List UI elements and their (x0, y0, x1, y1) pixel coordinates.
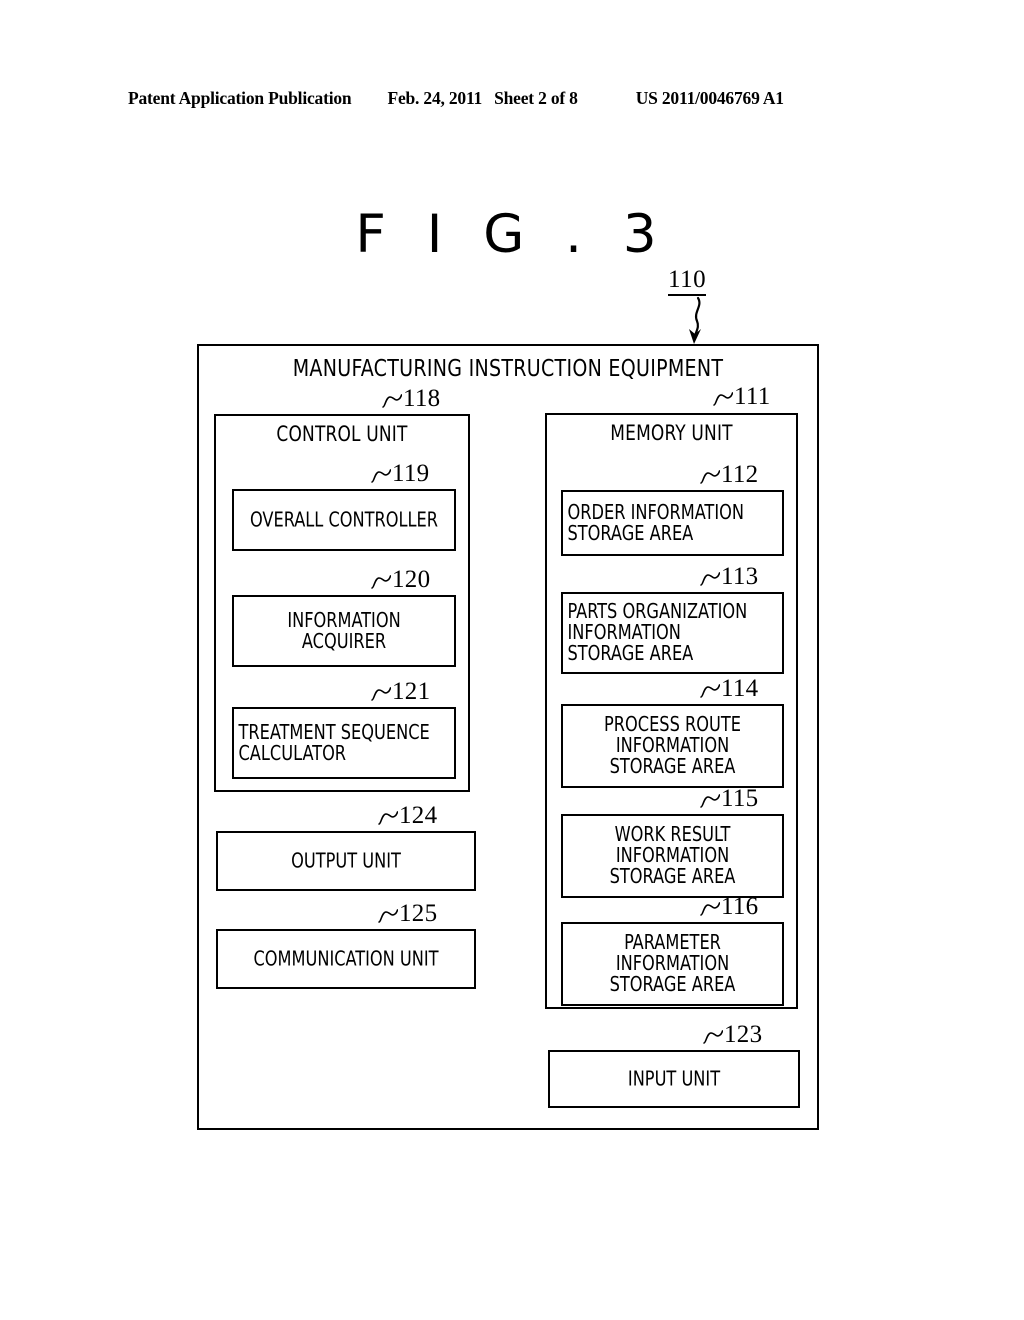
leader-tilde-icon (382, 394, 402, 408)
reference-number-123: 123 (724, 1021, 763, 1048)
reference-number-120: 120 (392, 566, 431, 593)
reference-callout-123: 123 (703, 1022, 762, 1047)
leader-tilde-icon (371, 575, 391, 589)
work-result-information-storage-area-label: WORK RESULT INFORMATION STORAGE AREA (609, 822, 736, 889)
reference-number-114: 114 (721, 675, 759, 702)
figure-diagram: MANUFACTURING INSTRUCTION EQUIPMENT CONT… (0, 0, 1024, 1320)
leader-tilde-icon (700, 794, 720, 808)
leader-tilde-icon (700, 902, 720, 916)
communication-unit-label: COMMUNICATION UNIT (253, 946, 439, 971)
overall-controller-block: OVERALL CONTROLLER (232, 489, 456, 551)
reference-callout-115: 115 (700, 786, 758, 811)
leader-tilde-icon (700, 470, 720, 484)
reference-callout-119: 119 (371, 461, 429, 486)
reference-number-121: 121 (392, 678, 431, 705)
equipment-frame-title: MANUFACTURING INSTRUCTION EQUIPMENT (292, 356, 724, 382)
communication-unit-block: COMMUNICATION UNIT (216, 929, 476, 989)
parameter-information-storage-area-block: PARAMETER INFORMATION STORAGE AREA (561, 922, 784, 1006)
reference-callout-124: 124 (378, 803, 437, 828)
reference-callout-114: 114 (700, 676, 758, 701)
reference-callout-116: 116 (700, 894, 758, 919)
treatment-sequence-calculator-label: TREATMENT SEQUENCE CALCULATOR (238, 719, 430, 765)
leader-tilde-icon (378, 811, 398, 825)
order-information-storage-area-label: ORDER INFORMATION STORAGE AREA (567, 499, 744, 545)
leader-tilde-icon (700, 572, 720, 586)
leader-tilde-icon (371, 469, 391, 483)
leader-tilde-icon (378, 909, 398, 923)
parts-organization-information-storage-area-label: PARTS ORGANIZATION INFORMATION STORAGE A… (567, 599, 748, 666)
reference-callout-112: 112 (700, 462, 758, 487)
reference-number-113: 113 (721, 563, 759, 590)
treatment-sequence-calculator-block: TREATMENT SEQUENCE CALCULATOR (232, 707, 456, 779)
reference-number-119: 119 (392, 460, 430, 487)
information-acquirer-block: INFORMATION ACQUIRER (232, 595, 456, 667)
leader-tilde-icon (713, 392, 733, 406)
work-result-information-storage-area-block: WORK RESULT INFORMATION STORAGE AREA (561, 814, 784, 898)
parts-organization-information-storage-area-block: PARTS ORGANIZATION INFORMATION STORAGE A… (561, 592, 784, 674)
output-unit-block: OUTPUT UNIT (216, 831, 476, 891)
leader-tilde-icon (700, 684, 720, 698)
overall-controller-label: OVERALL CONTROLLER (249, 507, 439, 532)
control-unit-title: CONTROL UNIT (276, 422, 408, 446)
reference-callout-120: 120 (371, 567, 430, 592)
reference-number-116: 116 (721, 893, 759, 920)
information-acquirer-label: INFORMATION ACQUIRER (287, 607, 401, 653)
reference-number-124: 124 (399, 802, 438, 829)
reference-callout-118: 118 (382, 386, 440, 411)
parameter-information-storage-area-label: PARAMETER INFORMATION STORAGE AREA (609, 930, 736, 997)
reference-callout-125: 125 (378, 901, 437, 926)
reference-number-125: 125 (399, 900, 438, 927)
process-route-information-storage-area-label: PROCESS ROUTE INFORMATION STORAGE AREA (604, 712, 741, 779)
process-route-information-storage-area-block: PROCESS ROUTE INFORMATION STORAGE AREA (561, 704, 784, 788)
reference-callout-121: 121 (371, 679, 430, 704)
input-unit-block: INPUT UNIT (548, 1050, 800, 1108)
output-unit-label: OUTPUT UNIT (291, 848, 401, 873)
reference-callout-113: 113 (700, 564, 758, 589)
order-information-storage-area-block: ORDER INFORMATION STORAGE AREA (561, 490, 784, 556)
reference-number-112: 112 (721, 461, 759, 488)
reference-number-118: 118 (403, 385, 441, 412)
memory-unit-title: MEMORY UNIT (610, 421, 733, 445)
reference-callout-111: 111 (713, 384, 771, 409)
reference-number-115: 115 (721, 785, 759, 812)
reference-number-111: 111 (734, 383, 771, 410)
input-unit-label: INPUT UNIT (627, 1066, 721, 1091)
leader-tilde-icon (371, 687, 391, 701)
leader-tilde-icon (703, 1030, 723, 1044)
